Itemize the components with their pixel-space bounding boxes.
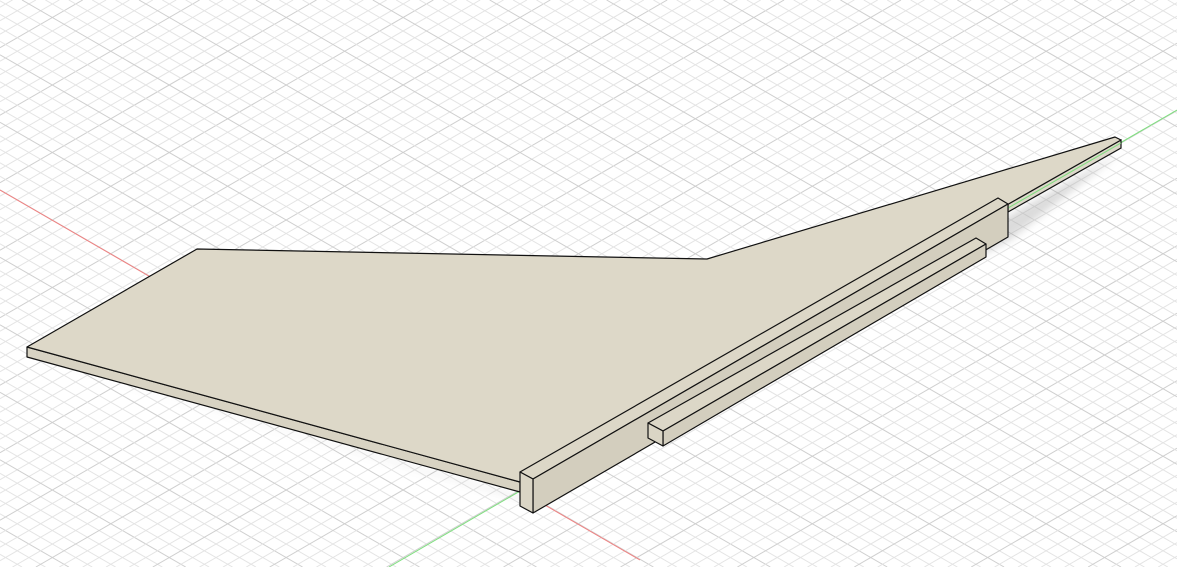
grid-minor-line bbox=[994, 461, 1177, 567]
grid-minor-line bbox=[0, 0, 107, 62]
grid-minor-line bbox=[0, 486, 140, 567]
grid-minor-line bbox=[0, 540, 46, 567]
grid-minor-line bbox=[1157, 555, 1177, 567]
grid-minor-line bbox=[0, 0, 481, 278]
grid-minor-line bbox=[0, 553, 23, 567]
grid-minor-line bbox=[0, 0, 177, 103]
grid-minor-line bbox=[1167, 0, 1177, 6]
grid-minor-line bbox=[1003, 0, 1177, 101]
grid-minor-line bbox=[0, 0, 458, 265]
grid-major-line bbox=[970, 447, 1177, 567]
grid-minor-line bbox=[807, 353, 1177, 567]
grid-minor-line bbox=[1050, 0, 1177, 74]
grid-minor-line bbox=[0, 0, 224, 130]
grid-major-line bbox=[1087, 515, 1177, 567]
canvas[interactable] bbox=[0, 0, 1177, 567]
grid-minor-line bbox=[1064, 501, 1177, 567]
grid-major-line bbox=[0, 0, 317, 184]
grid-minor-line bbox=[0, 445, 210, 567]
grid-minor-line bbox=[0, 0, 60, 35]
grid-minor-line bbox=[0, 0, 13, 8]
grid-minor-line bbox=[0, 0, 154, 89]
grid-minor-line bbox=[0, 0, 247, 143]
3d-viewport[interactable] bbox=[0, 0, 1177, 567]
grid-minor-line bbox=[863, 0, 1177, 182]
grid-minor-line bbox=[933, 0, 1177, 141]
grid-major-line bbox=[0, 0, 83, 49]
grid-minor-line bbox=[0, 0, 294, 170]
spar-end-face bbox=[519, 471, 534, 514]
grid-minor-line bbox=[900, 407, 1177, 567]
grid-minor-line bbox=[0, 405, 280, 567]
grid-minor-line bbox=[0, 513, 93, 567]
grid-minor-line bbox=[0, 0, 411, 238]
grid-minor-line bbox=[830, 366, 1177, 567]
grid-minor-line bbox=[924, 420, 1177, 567]
grid-minor-line bbox=[0, 0, 387, 224]
grid-minor-line bbox=[783, 339, 1177, 567]
grid-major-line bbox=[1073, 0, 1177, 60]
grid-major-line bbox=[957, 0, 1177, 128]
grid-minor-line bbox=[980, 0, 1177, 114]
grid-major-line bbox=[854, 380, 1177, 567]
grid-minor-line bbox=[760, 326, 1177, 567]
grid-minor-line bbox=[0, 418, 257, 567]
grid-minor-line bbox=[886, 0, 1177, 168]
grid-minor-line bbox=[0, 0, 364, 211]
